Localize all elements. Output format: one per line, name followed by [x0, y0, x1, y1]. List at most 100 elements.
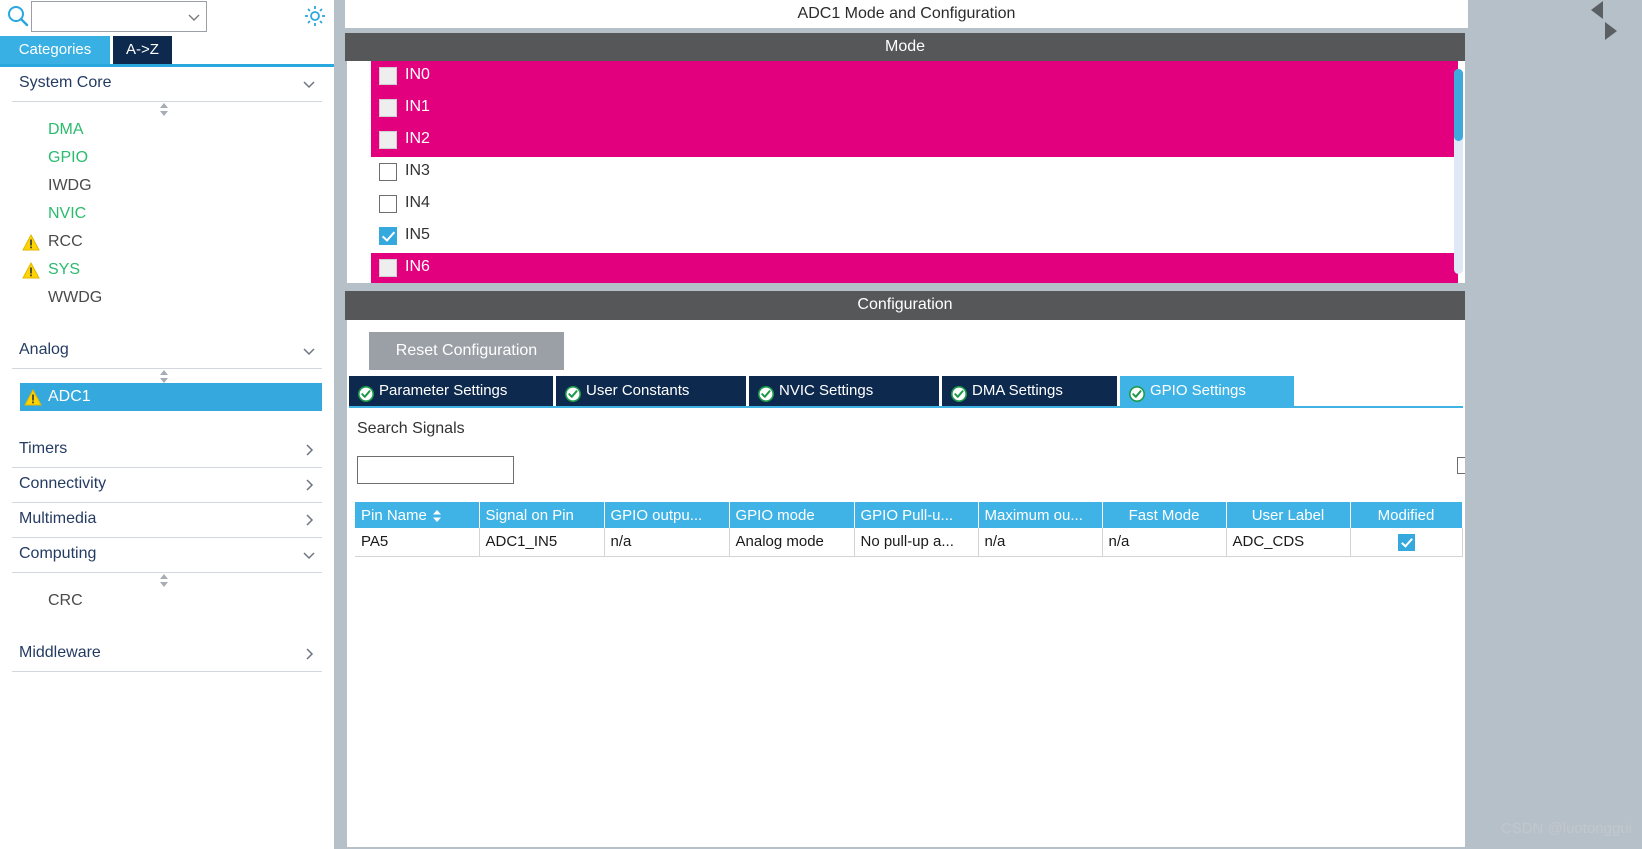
channel-checkbox-in4[interactable]: [379, 195, 397, 213]
tab-user-constants[interactable]: User Constants: [556, 376, 746, 406]
tab-nvic-settings[interactable]: NVIC Settings: [749, 376, 939, 406]
column-header-gpio-outpu[interactable]: GPIO outpu...: [604, 502, 730, 528]
channel-label: IN6: [405, 258, 430, 275]
column-header-gpio-pull-u[interactable]: GPIO Pull-u...: [854, 502, 979, 528]
chevron-right-icon[interactable]: [302, 647, 316, 661]
check-circle-icon: [358, 383, 374, 402]
tab-label: GPIO Settings: [1150, 382, 1246, 399]
channel-row-in6[interactable]: IN6: [371, 253, 1458, 283]
tree-item-crc[interactable]: CRC: [0, 587, 334, 615]
tree-item-gpio[interactable]: GPIO: [0, 144, 334, 172]
table-row[interactable]: PA5 ADC1_IN5 n/a Analog mode No pull-up a...…: [355, 528, 1463, 557]
channel-label: IN0: [405, 66, 430, 83]
channel-checkbox-in5[interactable]: [379, 227, 397, 245]
tab-a-to-z[interactable]: A->Z: [113, 36, 172, 64]
tree-group-resize-handle[interactable]: [0, 573, 334, 587]
nav-previous-icon[interactable]: [1587, 0, 1609, 22]
tree-group-computing[interactable]: Computing: [12, 538, 322, 573]
column-header-pin-name[interactable]: Pin Name: [355, 502, 480, 528]
cell-pin_name[interactable]: PA5: [355, 528, 480, 557]
tab-gpio-settings[interactable]: GPIO Settings: [1120, 376, 1294, 406]
column-header-fast-mode[interactable]: Fast Mode: [1102, 502, 1227, 528]
channel-checkbox-in2[interactable]: [379, 131, 397, 149]
channel-label: IN5: [405, 226, 430, 243]
mode-scrollbar-thumb[interactable]: [1454, 69, 1463, 141]
cell-user-label[interactable]: ADC_CDS: [1226, 528, 1351, 557]
mode-channel-list: IN0 IN1 IN2 IN3 IN4 IN5 IN6: [347, 61, 1465, 283]
cell-maximum-output[interactable]: n/a: [978, 528, 1103, 557]
search-input[interactable]: [32, 2, 182, 31]
pane-splitter[interactable]: [334, 0, 345, 849]
chevron-down-icon[interactable]: [302, 548, 316, 562]
tab-categories[interactable]: Categories: [0, 36, 110, 64]
channel-checkbox-in6[interactable]: [379, 259, 397, 277]
tree-group-connectivity[interactable]: Connectivity: [12, 468, 322, 503]
tree-item-sys[interactable]: SYS: [0, 256, 334, 284]
search-icon[interactable]: [6, 3, 30, 29]
channel-checkbox-in0[interactable]: [379, 67, 397, 85]
tree-item-nvic[interactable]: NVIC: [0, 200, 334, 228]
chevron-down-icon[interactable]: [302, 344, 316, 358]
chevron-right-icon[interactable]: [302, 513, 316, 527]
channel-checkbox-in3[interactable]: [379, 163, 397, 181]
cell-gpio-output[interactable]: n/a: [604, 528, 730, 557]
tree-item-wwdg[interactable]: WWDG: [0, 284, 334, 312]
cell-fast-mode[interactable]: n/a: [1102, 528, 1227, 557]
show-only-modified-pins-box[interactable]: [1457, 457, 1465, 474]
tab-dma-settings[interactable]: DMA Settings: [942, 376, 1117, 406]
tree-item-rcc[interactable]: RCC: [0, 228, 334, 256]
column-header-gpio-mode[interactable]: GPIO mode: [729, 502, 855, 528]
cell-gpio-pull-up[interactable]: No pull-up a...: [854, 528, 979, 557]
chevron-right-icon[interactable]: [302, 478, 316, 492]
channel-row-in1[interactable]: IN1: [371, 93, 1458, 125]
search-combobox[interactable]: [31, 1, 207, 32]
reset-configuration-button[interactable]: Reset Configuration: [369, 332, 564, 370]
gpio-pin-table-body: PA5 ADC1_IN5 n/a Analog mode No pull-up a...…: [355, 528, 1463, 557]
column-header-signal-on-pin[interactable]: Signal on Pin: [479, 502, 605, 528]
tree-item-label: CRC: [48, 592, 83, 609]
search-signals-input[interactable]: [357, 456, 514, 484]
channel-label: IN3: [405, 162, 430, 179]
channel-row-in0[interactable]: IN0: [371, 61, 1458, 93]
chevron-right-icon[interactable]: [302, 443, 316, 457]
cell-gpio-mode[interactable]: Analog mode: [729, 528, 855, 557]
check-circle-icon: [565, 383, 581, 402]
tree-item-dma[interactable]: DMA: [0, 116, 334, 144]
tree-item-adc1[interactable]: ADC1: [20, 383, 322, 411]
check-circle-icon: [1129, 383, 1145, 402]
chevron-down-icon[interactable]: [302, 77, 316, 91]
column-header-modified[interactable]: Modified: [1350, 502, 1463, 528]
tree-group-resize-handle[interactable]: [0, 369, 334, 383]
warning-icon: [22, 233, 40, 251]
channel-label: IN1: [405, 98, 430, 115]
tree-group-spacer: [0, 411, 334, 433]
column-header-user-label[interactable]: User Label: [1226, 502, 1351, 528]
channel-row-in5[interactable]: IN5: [371, 221, 1458, 253]
tree-group-multimedia[interactable]: Multimedia: [12, 503, 322, 538]
component-sidebar: Categories A->Z System Core DMA GPIO IWDG NV…: [0, 0, 334, 849]
tree-group-analog[interactable]: Analog: [12, 334, 322, 369]
mode-scrollbar-track[interactable]: [1454, 69, 1463, 274]
nav-next-icon[interactable]: [1600, 21, 1622, 43]
tree-group-timers[interactable]: Timers: [12, 433, 322, 468]
tree-group-label: Connectivity: [19, 475, 107, 492]
cell-modified[interactable]: [1350, 528, 1463, 557]
tree-group-system-core[interactable]: System Core: [12, 67, 322, 102]
tree-group-middleware[interactable]: Middleware: [12, 637, 322, 672]
channel-checkbox-in1[interactable]: [379, 99, 397, 117]
cell-signal-on-pin[interactable]: ADC1_IN5: [479, 528, 605, 557]
modified-checkbox[interactable]: [1397, 533, 1415, 551]
channel-row-in4[interactable]: IN4: [371, 189, 1458, 221]
channel-row-in3[interactable]: IN3: [371, 157, 1458, 189]
tree-item-label: DMA: [48, 121, 84, 138]
tree-item-label: IWDG: [48, 177, 92, 194]
column-header-maximum-ou[interactable]: Maximum ou...: [978, 502, 1103, 528]
tree-group-resize-handle[interactable]: [0, 102, 334, 116]
tree-group-label: System Core: [19, 74, 112, 91]
chevron-down-icon[interactable]: [187, 11, 201, 23]
tab-parameter-settings[interactable]: Parameter Settings: [349, 376, 553, 406]
channel-row-in2[interactable]: IN2: [371, 125, 1458, 157]
tree-item-iwdg[interactable]: IWDG: [0, 172, 334, 200]
gear-icon[interactable]: [303, 3, 327, 29]
mode-section-header: Mode: [345, 33, 1465, 61]
